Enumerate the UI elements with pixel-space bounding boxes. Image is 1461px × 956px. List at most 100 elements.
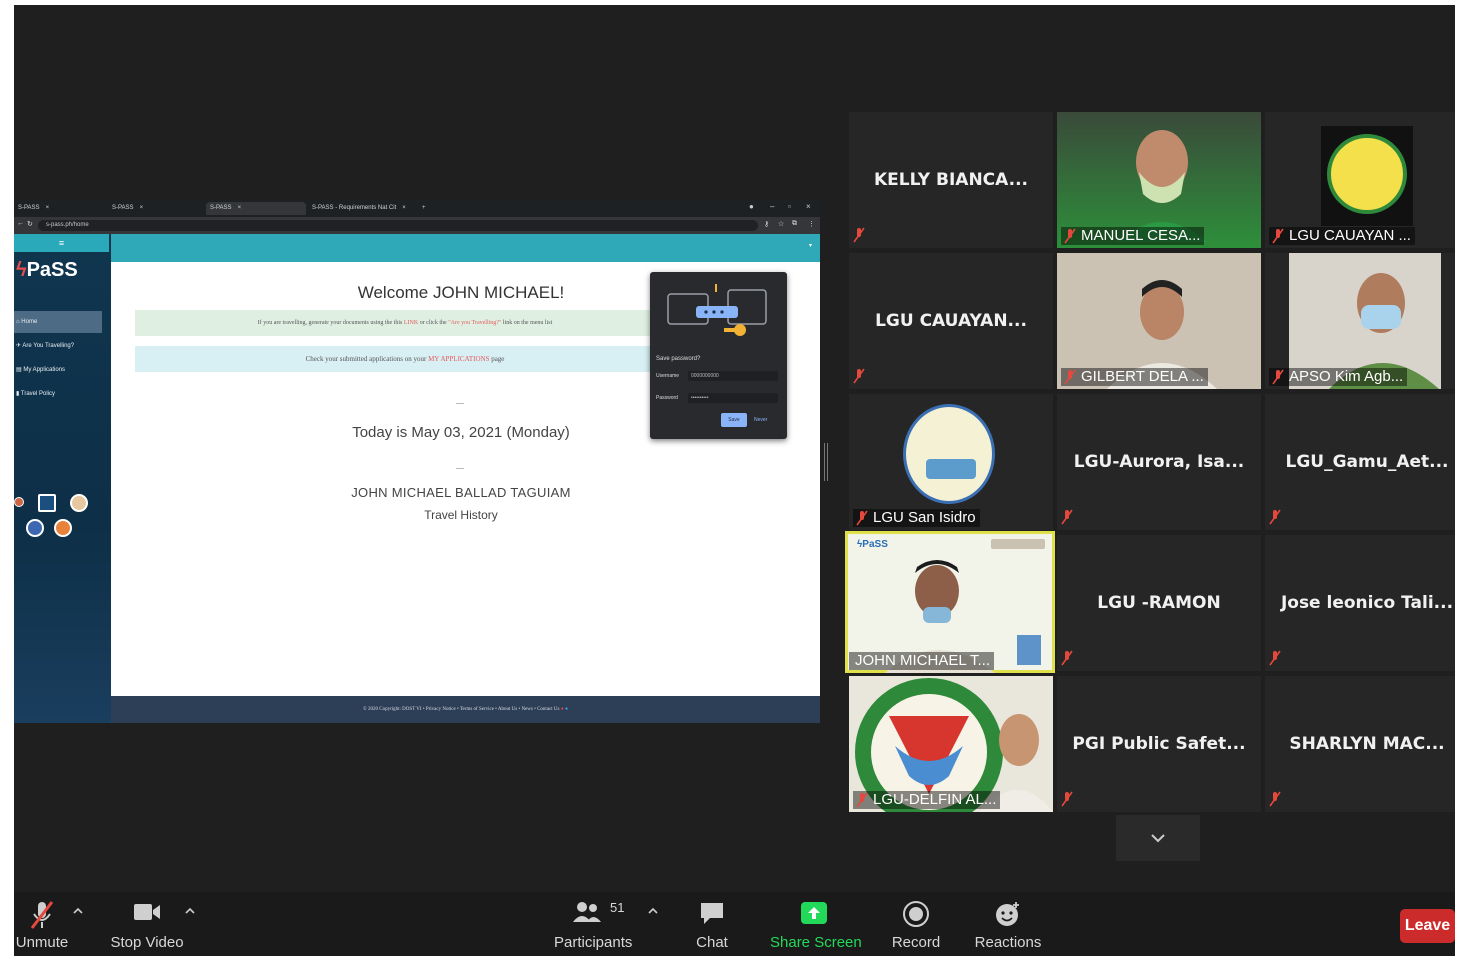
participant-tile[interactable]: KELLY BIANCA... — [849, 112, 1053, 248]
link-notice[interactable]: LINK — [404, 320, 418, 326]
travel-notice: If you are travelling, generate your doc… — [135, 310, 675, 336]
participant-name: LGU San Isidro — [873, 509, 976, 526]
participant-tile-active-speaker[interactable]: ϟPaSS JOHN MICHAEL T... — [845, 531, 1055, 673]
unmute-button[interactable]: Unmute — [14, 892, 70, 956]
close-icon[interactable]: × — [46, 205, 50, 211]
kebab-menu-icon[interactable]: ⋮ — [808, 220, 815, 228]
password-row: Password •••••••••• — [656, 392, 781, 404]
save-password-popup: Save password? Username 0000000000 Passw… — [650, 272, 787, 439]
participant-tile[interactable]: PGI Public Safet... — [1057, 676, 1261, 812]
seal-logo-icon — [1327, 134, 1407, 214]
link-are-you-travelling[interactable]: "Are you Travelling?" — [448, 320, 501, 326]
nav-item-travel-policy[interactable]: ▮ Travel Policy — [14, 383, 102, 405]
participant-label: JOHN MICHAEL T... — [849, 652, 995, 670]
social-icon[interactable]: ● — [565, 707, 568, 712]
notice-text: link on the menu list — [502, 320, 553, 326]
stop-video-button[interactable]: Stop Video — [110, 892, 184, 956]
share-screen-button[interactable]: Share Screen — [770, 892, 862, 956]
participant-tile[interactable]: Jose leonico Tali... — [1265, 535, 1455, 671]
tab-label: S-PASS — [210, 205, 232, 211]
participant-tile[interactable]: LGU -RAMON — [1057, 535, 1261, 671]
browser-tab-active[interactable]: S-PASS × — [206, 202, 306, 215]
nav-item-my-applications[interactable]: ▤ My Applications — [14, 359, 102, 381]
browser-tab[interactable]: S-PASS - Requirements Nat Cit × — [308, 202, 418, 215]
username-field[interactable]: 0000000000 — [688, 371, 778, 381]
seal-detail — [926, 459, 976, 479]
participant-tile[interactable]: LGU-DELFIN AL... — [849, 676, 1053, 812]
chat-icon — [701, 903, 723, 924]
minimize-icon[interactable]: – — [770, 202, 774, 211]
participant-tile[interactable]: LGU CAUAYAN ... — [1265, 112, 1455, 248]
participants-button[interactable]: 51 Participants — [554, 892, 632, 956]
chat-button[interactable]: Chat — [684, 892, 740, 956]
mic-muted-icon — [856, 792, 868, 808]
nav-item-home[interactable]: ⌂ Home — [14, 311, 102, 333]
partner-logo — [70, 494, 88, 512]
username-value: 0000000000 — [691, 373, 719, 379]
participant-tile[interactable]: MANUEL CESA... — [1057, 112, 1261, 248]
maximize-icon[interactable]: ▫ — [788, 202, 791, 211]
extensions-icon[interactable]: ⧉ — [792, 220, 797, 228]
travel-history-link[interactable]: Travel History — [111, 508, 811, 522]
close-window-icon[interactable]: × — [806, 202, 811, 211]
participant-tile[interactable]: LGU-Aurora, Isa... — [1057, 394, 1261, 530]
video-camera-icon — [134, 904, 160, 920]
participant-name: PGI Public Safet... — [1072, 734, 1246, 754]
url-field[interactable]: s-pass.ph/home — [38, 220, 758, 231]
reload-icon[interactable]: ↻ — [27, 220, 33, 228]
partner-logo — [54, 519, 72, 537]
close-icon[interactable]: × — [238, 205, 242, 211]
participant-tile[interactable]: LGU CAUAYAN... — [849, 253, 1053, 389]
browser-tab[interactable]: S-PASS × — [108, 202, 204, 215]
chevron-up-icon[interactable] — [185, 906, 195, 916]
bolt-icon: ϟ — [16, 259, 27, 281]
new-tab-icon[interactable]: + — [418, 202, 430, 215]
notice-text: or click the — [419, 320, 447, 326]
divider — [456, 403, 464, 404]
nav-item-are-you-travelling[interactable]: ✈ Are You Travelling? — [14, 335, 102, 357]
participant-tile[interactable]: GILBERT DELA ... — [1057, 253, 1261, 389]
url-text: s-pass.ph/home — [46, 222, 89, 228]
participant-tile[interactable]: APSO Kim Agb... — [1265, 253, 1455, 389]
profile-icon[interactable]: ● — [749, 202, 754, 211]
participant-label: LGU San Isidro — [853, 509, 980, 527]
browser-tab[interactable]: S-PASS × — [14, 202, 106, 215]
close-icon[interactable]: × — [140, 205, 144, 211]
participant-tile[interactable]: LGU San Isidro — [849, 394, 1053, 530]
password-field[interactable]: •••••••••• — [688, 393, 778, 403]
social-icon[interactable]: ● — [561, 707, 564, 712]
mic-muted-icon — [856, 510, 868, 526]
chevron-up-icon[interactable] — [73, 906, 83, 916]
chevron-up-icon[interactable] — [648, 906, 658, 916]
notice-text: Check your submitted applications on you… — [305, 355, 427, 363]
participant-tile[interactable]: LGU_Gamu_Aet... — [1265, 394, 1455, 530]
notice-text: page — [491, 355, 505, 363]
menu-toggle-button[interactable]: ≡ — [14, 234, 109, 252]
partner-logo — [26, 519, 44, 537]
share-screen-label: Share Screen — [770, 934, 862, 951]
star-icon[interactable]: ☆ — [778, 220, 784, 228]
key-icon[interactable]: ⚷ — [764, 220, 769, 228]
save-button[interactable]: Save — [721, 413, 747, 427]
link-my-applications[interactable]: MY APPLICATIONS — [428, 355, 489, 363]
participant-name: LGU CAUAYAN ... — [1289, 227, 1411, 244]
close-icon[interactable]: × — [402, 205, 406, 211]
leave-button[interactable]: Leave — [1400, 909, 1455, 943]
partner-logo — [38, 494, 56, 512]
user-menu-caret-icon[interactable]: ▾ — [809, 242, 812, 249]
mic-muted-icon — [1269, 650, 1281, 666]
participant-tile[interactable]: SHARLYN MAC... — [1265, 676, 1455, 812]
gallery-next-page-button[interactable] — [1116, 815, 1200, 861]
never-button[interactable]: Never — [754, 413, 767, 427]
mic-muted-icon — [1061, 650, 1073, 666]
record-button[interactable]: Record — [886, 892, 946, 956]
record-label: Record — [891, 934, 941, 951]
reactions-button[interactable]: Reactions — [972, 892, 1044, 956]
unmute-label: Unmute — [15, 934, 69, 951]
record-icon — [903, 901, 929, 927]
participant-name: JOHN MICHAEL T... — [855, 652, 991, 669]
password-illustration — [667, 284, 767, 336]
back-icon[interactable]: ← — [17, 220, 24, 227]
zoom-meeting-window: S-PASS × S-PASS × S-PASS × S-PASS - Require… — [14, 5, 1455, 956]
split-view-handle[interactable] — [824, 443, 828, 481]
